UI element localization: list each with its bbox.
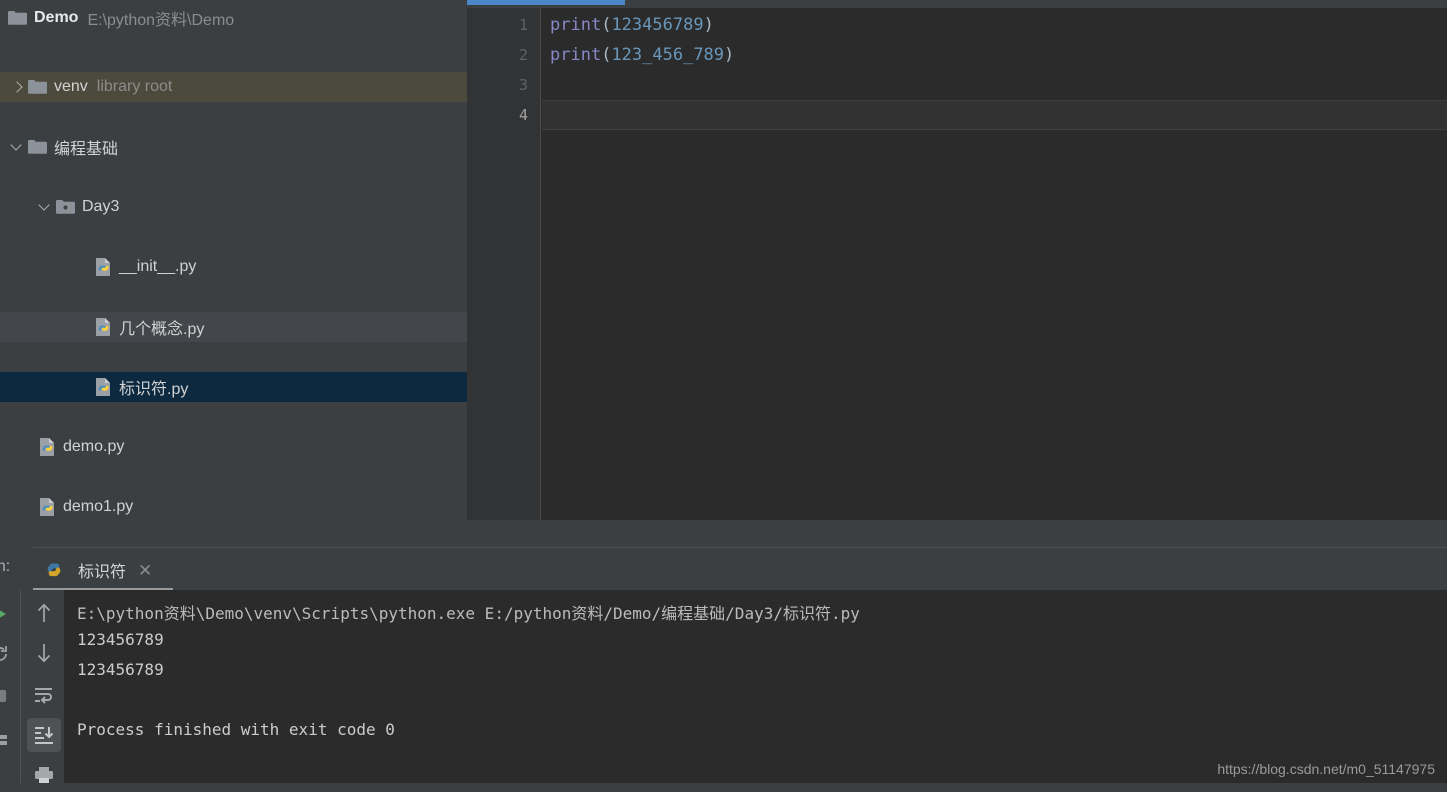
sidebar-item-label: demo1.py bbox=[63, 498, 134, 515]
console-line: Process finished with exit code 0 bbox=[77, 720, 395, 739]
sidebar-item-demo1-py[interactable]: demo1.py bbox=[0, 492, 467, 522]
folder-package-icon bbox=[56, 199, 75, 215]
sidebar-item-day3[interactable]: Day3 bbox=[0, 192, 467, 222]
project-tool-window[interactable]: Demo E:\python资料\Demo venv library root … bbox=[0, 0, 467, 547]
run-tool-window-title: un: bbox=[0, 558, 11, 575]
folder-icon bbox=[28, 139, 47, 155]
close-icon[interactable]: ✕ bbox=[138, 562, 152, 579]
code-editor[interactable]: 1 2 3 4 print(123456789) print(123_456_7… bbox=[467, 0, 1447, 547]
console-line: 123456789 bbox=[77, 660, 164, 679]
soft-wrap-icon[interactable] bbox=[27, 678, 61, 712]
sidebar-item-init-py[interactable]: __init__.py bbox=[0, 252, 467, 282]
code-line-2[interactable]: print(123_456_789) bbox=[542, 40, 1447, 70]
chevron-right-icon[interactable] bbox=[8, 78, 26, 96]
code-token: print bbox=[550, 15, 602, 35]
folder-icon bbox=[28, 79, 47, 95]
line-number: 3 bbox=[518, 76, 528, 94]
line-number: 4 bbox=[518, 106, 528, 124]
run-controls-column[interactable] bbox=[0, 590, 16, 783]
pycharm-window: Demo E:\python资料\Demo venv library root … bbox=[0, 0, 1447, 783]
chevron-down-icon[interactable] bbox=[36, 198, 54, 216]
code-token: ( bbox=[601, 45, 612, 65]
python-file-icon bbox=[94, 317, 112, 337]
sidebar-item-label: demo.py bbox=[63, 438, 125, 455]
code-text-area[interactable]: print(123456789) print(123_456_789) bbox=[542, 8, 1447, 520]
editor-body[interactable]: 1 2 3 4 print(123456789) print(123_456_7… bbox=[467, 8, 1447, 520]
stop-icon[interactable] bbox=[0, 682, 14, 710]
pin-icon[interactable] bbox=[0, 726, 14, 754]
console-output[interactable]: E:\python资料\Demo\venv\Scripts\python.exe… bbox=[64, 590, 1447, 783]
code-line-3[interactable] bbox=[542, 70, 1447, 100]
tree-row-project-root[interactable]: Demo E:\python资料\Demo bbox=[0, 0, 467, 36]
line-number: 1 bbox=[518, 16, 528, 34]
editor-tab-strip[interactable] bbox=[467, 0, 1447, 8]
run-tool-window[interactable]: un: 标识符 ✕ bbox=[0, 547, 1447, 783]
sidebar-item-label: Day3 bbox=[82, 198, 120, 215]
run-tab[interactable]: 标识符 ✕ bbox=[35, 552, 160, 588]
console-line: 123456789 bbox=[77, 630, 164, 649]
sidebar-item-label: 几个概念.py bbox=[119, 321, 205, 338]
run-tool-window-header: un: 标识符 ✕ bbox=[0, 547, 1447, 591]
python-file-icon bbox=[94, 257, 112, 277]
run-tab-label: 标识符 bbox=[78, 564, 127, 581]
active-tab-indicator bbox=[467, 0, 625, 5]
sidebar-item-jigegainian-py[interactable]: 几个概念.py bbox=[0, 312, 467, 342]
rerun-icon[interactable] bbox=[0, 640, 14, 668]
code-token: ) bbox=[703, 15, 714, 35]
divider bbox=[33, 547, 1447, 548]
sidebar-item-venv[interactable]: venv library root bbox=[0, 72, 467, 102]
sidebar-item-biaoshifu-py[interactable]: 标识符.py bbox=[0, 372, 467, 402]
folder-icon bbox=[8, 10, 27, 26]
project-root-path: E:\python资料\Demo bbox=[87, 12, 235, 29]
console-line: E:\python资料\Demo\venv\Scripts\python.exe… bbox=[77, 604, 860, 623]
sidebar-item-label: 编程基础 bbox=[54, 141, 119, 158]
code-token: 123456789 bbox=[611, 15, 704, 35]
python-file-icon bbox=[38, 437, 56, 457]
code-token: print bbox=[550, 45, 602, 65]
line-number: 2 bbox=[518, 46, 528, 64]
run-icon[interactable] bbox=[0, 600, 14, 628]
code-line-1[interactable]: print(123456789) bbox=[542, 10, 1447, 40]
sidebar-item-label: __init__.py bbox=[119, 258, 197, 275]
sidebar-item-demo-py[interactable]: demo.py bbox=[0, 432, 467, 462]
sidebar-item-label: venv bbox=[54, 78, 88, 95]
code-token: 123_456_789 bbox=[611, 45, 725, 65]
sidebar-item-programming-basics[interactable]: 编程基础 bbox=[0, 132, 467, 162]
up-arrow-icon[interactable] bbox=[27, 596, 61, 630]
sidebar-item-sublabel: library root bbox=[96, 78, 173, 95]
down-arrow-icon[interactable] bbox=[27, 636, 61, 670]
print-icon[interactable] bbox=[27, 758, 61, 792]
code-token: ) bbox=[724, 45, 735, 65]
watermark: https://blog.csdn.net/m0_51147975 bbox=[1217, 761, 1435, 777]
python-file-icon bbox=[38, 497, 56, 517]
code-line-4[interactable] bbox=[542, 100, 1447, 130]
project-root-name: Demo bbox=[34, 9, 79, 26]
console-actions-toolbar[interactable] bbox=[20, 590, 64, 783]
editor-bottom-strip bbox=[467, 520, 1447, 547]
python-icon bbox=[43, 559, 65, 581]
chevron-down-icon[interactable] bbox=[8, 138, 26, 156]
sidebar-item-label: 标识符.py bbox=[119, 381, 189, 398]
editor-gutter[interactable]: 1 2 3 4 bbox=[467, 8, 541, 520]
code-token: ( bbox=[601, 15, 612, 35]
python-file-icon bbox=[94, 377, 112, 397]
scroll-to-end-icon[interactable] bbox=[27, 718, 61, 752]
